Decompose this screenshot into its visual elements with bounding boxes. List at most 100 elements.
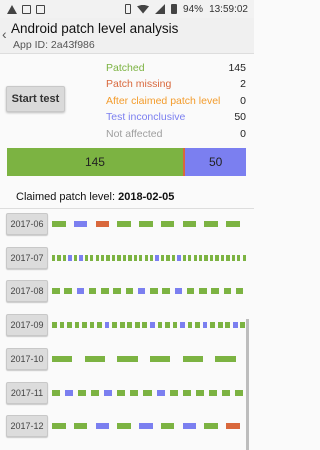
test-result-mark[interactable] xyxy=(182,389,191,396)
test-result-mark[interactable] xyxy=(68,254,72,261)
start-test-button[interactable]: Start test xyxy=(6,86,65,112)
test-result-mark[interactable] xyxy=(199,288,207,295)
test-result-mark[interactable] xyxy=(117,254,121,261)
test-result-mark[interactable] xyxy=(217,322,223,329)
test-result-mark[interactable] xyxy=(84,355,105,362)
test-result-mark[interactable] xyxy=(89,322,95,329)
test-result-mark[interactable] xyxy=(204,221,218,227)
test-result-mark[interactable] xyxy=(52,355,73,362)
test-result-mark[interactable] xyxy=(156,389,165,396)
test-result-mark[interactable] xyxy=(117,221,131,227)
test-result-mark[interactable] xyxy=(73,221,88,227)
test-result-mark[interactable] xyxy=(199,254,203,261)
test-result-mark[interactable] xyxy=(73,423,88,430)
test-result-mark[interactable] xyxy=(90,254,94,261)
test-result-mark[interactable] xyxy=(122,254,127,261)
test-result-mark[interactable] xyxy=(62,254,67,261)
test-result-mark[interactable] xyxy=(182,221,197,227)
test-result-mark[interactable] xyxy=(215,355,236,362)
test-result-mark[interactable] xyxy=(143,389,152,396)
test-result-mark[interactable] xyxy=(180,322,185,329)
back-chevron-icon[interactable]: ‹ xyxy=(2,26,7,42)
test-result-mark[interactable] xyxy=(127,322,133,329)
test-result-mark[interactable] xyxy=(231,254,236,261)
test-result-mark[interactable] xyxy=(177,254,181,261)
test-result-mark[interactable] xyxy=(162,288,170,295)
test-result-mark[interactable] xyxy=(52,254,56,261)
test-result-mark[interactable] xyxy=(82,322,87,329)
test-result-mark[interactable] xyxy=(193,254,197,261)
test-result-mark[interactable] xyxy=(182,355,203,362)
test-result-mark[interactable] xyxy=(84,254,89,261)
test-result-mark[interactable] xyxy=(101,288,109,295)
test-result-mark[interactable] xyxy=(91,389,100,396)
test-result-mark[interactable] xyxy=(226,423,240,430)
test-result-mark[interactable] xyxy=(150,254,154,261)
test-result-mark[interactable] xyxy=(139,423,153,430)
test-result-mark[interactable] xyxy=(160,221,175,227)
month-button[interactable]: 2017-12 xyxy=(6,415,48,438)
scrollbar[interactable] xyxy=(246,319,249,450)
test-result-mark[interactable] xyxy=(52,288,60,295)
test-result-mark[interactable] xyxy=(240,322,246,329)
test-result-mark[interactable] xyxy=(139,221,153,227)
test-result-mark[interactable] xyxy=(95,423,110,430)
test-result-mark[interactable] xyxy=(52,423,66,430)
month-button[interactable]: 2017-10 xyxy=(6,347,48,370)
test-result-mark[interactable] xyxy=(52,221,66,227)
test-result-mark[interactable] xyxy=(242,254,246,261)
test-result-mark[interactable] xyxy=(117,355,138,362)
test-result-mark[interactable] xyxy=(234,389,244,396)
test-result-mark[interactable] xyxy=(111,254,116,261)
test-result-mark[interactable] xyxy=(195,322,200,329)
test-result-mark[interactable] xyxy=(171,254,176,261)
test-result-mark[interactable] xyxy=(174,288,183,295)
test-result-mark[interactable] xyxy=(225,322,231,329)
test-result-mark[interactable] xyxy=(104,322,110,329)
test-result-mark[interactable] xyxy=(76,288,85,295)
test-result-mark[interactable] xyxy=(237,254,241,261)
test-result-mark[interactable] xyxy=(112,322,117,329)
test-result-mark[interactable] xyxy=(97,322,102,329)
month-list[interactable]: 2017-06 2017-07 2017-08 2017-09 2017-10 2017-… xyxy=(0,208,254,450)
test-result-mark[interactable] xyxy=(160,254,165,261)
test-result-mark[interactable] xyxy=(202,322,208,329)
test-result-mark[interactable] xyxy=(117,423,131,430)
test-result-mark[interactable] xyxy=(95,221,110,227)
test-result-mark[interactable] xyxy=(226,254,230,261)
test-result-mark[interactable] xyxy=(137,288,146,295)
test-result-mark[interactable] xyxy=(125,288,134,295)
month-button[interactable]: 2017-09 xyxy=(6,314,48,337)
test-result-mark[interactable] xyxy=(106,254,110,261)
test-result-mark[interactable] xyxy=(182,254,187,261)
test-result-mark[interactable] xyxy=(139,254,143,261)
test-result-mark[interactable] xyxy=(128,254,132,261)
test-result-mark[interactable] xyxy=(221,389,230,396)
test-result-mark[interactable] xyxy=(134,322,140,329)
test-result-mark[interactable] xyxy=(117,389,126,396)
test-result-mark[interactable] xyxy=(232,322,238,329)
test-result-mark[interactable] xyxy=(195,389,204,396)
test-result-mark[interactable] xyxy=(78,389,87,396)
month-button[interactable]: 2017-11 xyxy=(6,381,48,404)
test-result-mark[interactable] xyxy=(166,254,170,261)
test-result-mark[interactable] xyxy=(155,254,159,261)
test-result-mark[interactable] xyxy=(67,322,72,329)
test-result-mark[interactable] xyxy=(101,254,105,261)
test-result-mark[interactable] xyxy=(150,355,171,362)
test-result-mark[interactable] xyxy=(215,254,219,261)
test-result-mark[interactable] xyxy=(186,288,195,295)
test-result-mark[interactable] xyxy=(211,288,219,295)
test-result-mark[interactable] xyxy=(187,322,193,329)
test-result-mark[interactable] xyxy=(204,254,208,261)
test-result-mark[interactable] xyxy=(226,221,240,227)
test-result-mark[interactable] xyxy=(73,254,78,261)
test-result-mark[interactable] xyxy=(210,322,215,329)
test-result-mark[interactable] xyxy=(113,288,121,295)
test-result-mark[interactable] xyxy=(133,254,138,261)
test-result-mark[interactable] xyxy=(150,288,158,295)
test-result-mark[interactable] xyxy=(208,389,217,396)
test-result-mark[interactable] xyxy=(204,423,218,430)
test-result-mark[interactable] xyxy=(79,254,83,261)
test-result-mark[interactable] xyxy=(142,322,148,329)
